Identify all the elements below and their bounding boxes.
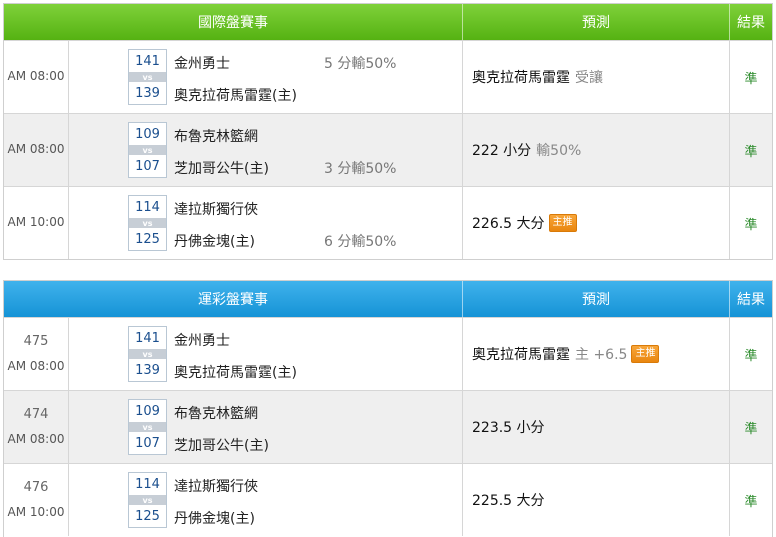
vs-label: vs — [129, 349, 166, 359]
spread-info: 5 分輸50% — [324, 56, 397, 72]
prediction-main: 奧克拉荷馬雷霆 — [472, 70, 570, 86]
prediction-header: 預測 — [462, 4, 729, 40]
home-team-link[interactable]: 芝加哥公牛(主) — [174, 435, 269, 455]
matchup-cell: 141 vs 139 金州勇士 奧克拉荷馬雷霆(主) — [69, 318, 462, 390]
away-team-link[interactable]: 布魯克林籃網 — [174, 126, 258, 146]
game-number: 475 — [23, 333, 49, 349]
game-time: AM 08:00 — [7, 142, 65, 157]
game-time: AM 08:00 — [7, 358, 65, 373]
away-team-link[interactable]: 達拉斯獨行俠 — [174, 199, 258, 219]
home-score: 125 — [135, 508, 160, 524]
result-cell: 準 — [729, 187, 772, 259]
score-box: 109 vs 107 — [128, 399, 167, 455]
away-team-link[interactable]: 達拉斯獨行俠 — [174, 476, 258, 496]
prediction-cell: 223.5 小分 — [462, 391, 729, 463]
game-time-cell: 476 AM 10:00 — [4, 464, 69, 536]
game-number: 476 — [23, 479, 49, 495]
home-team-link[interactable]: 丹佛金塊(主) — [174, 231, 255, 251]
game-time: AM 08:00 — [7, 431, 65, 446]
away-score: 141 — [135, 330, 160, 346]
prediction-cell: 奧克拉荷馬雷霆 受讓 — [462, 41, 729, 113]
game-time-cell: AM 08:00 — [4, 114, 69, 186]
prediction-main: 223.5 小分 — [472, 420, 545, 436]
home-team-link[interactable]: 奧克拉荷馬雷霆(主) — [174, 362, 297, 382]
prediction-main: 奧克拉荷馬雷霆 — [472, 347, 570, 363]
score-box: 141 vs 139 — [128, 49, 167, 105]
matchup-cell: 109 vs 107 布魯克林籃網 芝加哥公牛(主) 3 分輸50% — [69, 114, 462, 186]
result-cell: 準 — [729, 41, 772, 113]
matchup-cell: 141 vs 139 金州勇士 奧克拉荷馬雷霆(主) 5 分輸50% — [69, 41, 462, 113]
spread-info: 6 分輸50% — [324, 234, 397, 250]
lottery-title: 運彩盤賽事 — [198, 292, 268, 308]
vs-label: vs — [129, 145, 166, 155]
recommend-badge: 主推 — [548, 214, 577, 232]
vs-label: vs — [129, 495, 166, 505]
result-cell: 準 — [729, 114, 772, 186]
home-score: 107 — [135, 158, 160, 174]
prediction-main: 222 小分 — [472, 143, 532, 159]
prediction-header: 預測 — [462, 281, 729, 317]
result-cell: 準 — [729, 318, 772, 390]
result-cell: 準 — [729, 391, 772, 463]
away-score: 114 — [135, 476, 160, 492]
prediction-main: 226.5 大分 — [472, 216, 545, 232]
table-row: AM 08:00 141 vs 139 金州勇士 奧克拉荷馬雷霆(主) 5 分輸… — [4, 40, 772, 113]
result-header: 結果 — [729, 281, 772, 317]
matchup-cell: 114 vs 125 達拉斯獨行俠 丹佛金塊(主) 6 分輸50% — [69, 187, 462, 259]
game-time-cell: 474 AM 08:00 — [4, 391, 69, 463]
away-score: 109 — [135, 126, 160, 142]
home-score: 139 — [135, 85, 160, 101]
game-time: AM 08:00 — [7, 69, 65, 84]
home-team-link[interactable]: 丹佛金塊(主) — [174, 508, 255, 528]
recommend-badge: 主推 — [631, 345, 660, 363]
score-box: 141 vs 139 — [128, 326, 167, 382]
prediction-note: 主 +6.5 — [575, 347, 628, 363]
prediction-cell: 奧克拉荷馬雷霆 主 +6.5 主推 — [462, 318, 729, 390]
prediction-note: 輸50% — [536, 143, 582, 159]
home-score: 125 — [135, 231, 160, 247]
score-box: 109 vs 107 — [128, 122, 167, 178]
lottery-table: 運彩盤賽事 預測 結果 475 AM 08:00 141 vs 139 金州勇士… — [3, 280, 773, 537]
away-score: 109 — [135, 403, 160, 419]
table-row: AM 08:00 109 vs 107 布魯克林籃網 芝加哥公牛(主) 3 分輸… — [4, 113, 772, 186]
table-row: 476 AM 10:00 114 vs 125 達拉斯獨行俠 丹佛金塊(主) 2… — [4, 463, 772, 536]
matchup-cell: 109 vs 107 布魯克林籃網 芝加哥公牛(主) — [69, 391, 462, 463]
game-number: 474 — [23, 406, 49, 422]
vs-label: vs — [129, 422, 166, 432]
table-row: 475 AM 08:00 141 vs 139 金州勇士 奧克拉荷馬雷霆(主) … — [4, 317, 772, 390]
away-team-link[interactable]: 金州勇士 — [174, 330, 230, 350]
prediction-main: 225.5 大分 — [472, 493, 545, 509]
international-title: 國際盤賽事 — [198, 15, 268, 31]
prediction-cell: 222 小分 輸50% — [462, 114, 729, 186]
spread-info: 3 分輸50% — [324, 161, 397, 177]
away-team-link[interactable]: 布魯克林籃網 — [174, 403, 258, 423]
table-row: AM 10:00 114 vs 125 達拉斯獨行俠 丹佛金塊(主) 6 分輸5… — [4, 186, 772, 259]
game-time-cell: 475 AM 08:00 — [4, 318, 69, 390]
away-team-link[interactable]: 金州勇士 — [174, 53, 230, 73]
result-header: 結果 — [729, 4, 772, 40]
game-time-cell: AM 10:00 — [4, 187, 69, 259]
score-box: 114 vs 125 — [128, 472, 167, 528]
result-cell: 準 — [729, 464, 772, 536]
away-score: 141 — [135, 53, 160, 69]
home-score: 107 — [135, 435, 160, 451]
prediction-cell: 225.5 大分 — [462, 464, 729, 536]
home-score: 139 — [135, 362, 160, 378]
away-score: 114 — [135, 199, 160, 215]
home-team-link[interactable]: 奧克拉荷馬雷霆(主) — [174, 85, 297, 105]
prediction-cell: 226.5 大分 主推 — [462, 187, 729, 259]
vs-label: vs — [129, 72, 166, 82]
international-table: 國際盤賽事 預測 結果 AM 08:00 141 vs 139 金州勇士 奧克拉… — [3, 3, 773, 260]
game-time: AM 10:00 — [7, 504, 65, 519]
matchup-cell: 114 vs 125 達拉斯獨行俠 丹佛金塊(主) — [69, 464, 462, 536]
international-header: 國際盤賽事 預測 結果 — [4, 4, 772, 40]
vs-label: vs — [129, 218, 166, 228]
prediction-note: 受讓 — [575, 70, 603, 86]
table-row: 474 AM 08:00 109 vs 107 布魯克林籃網 芝加哥公牛(主) … — [4, 390, 772, 463]
game-time-cell: AM 08:00 — [4, 41, 69, 113]
game-time: AM 10:00 — [7, 215, 65, 230]
score-box: 114 vs 125 — [128, 195, 167, 251]
home-team-link[interactable]: 芝加哥公牛(主) — [174, 158, 269, 178]
lottery-header: 運彩盤賽事 預測 結果 — [4, 281, 772, 317]
